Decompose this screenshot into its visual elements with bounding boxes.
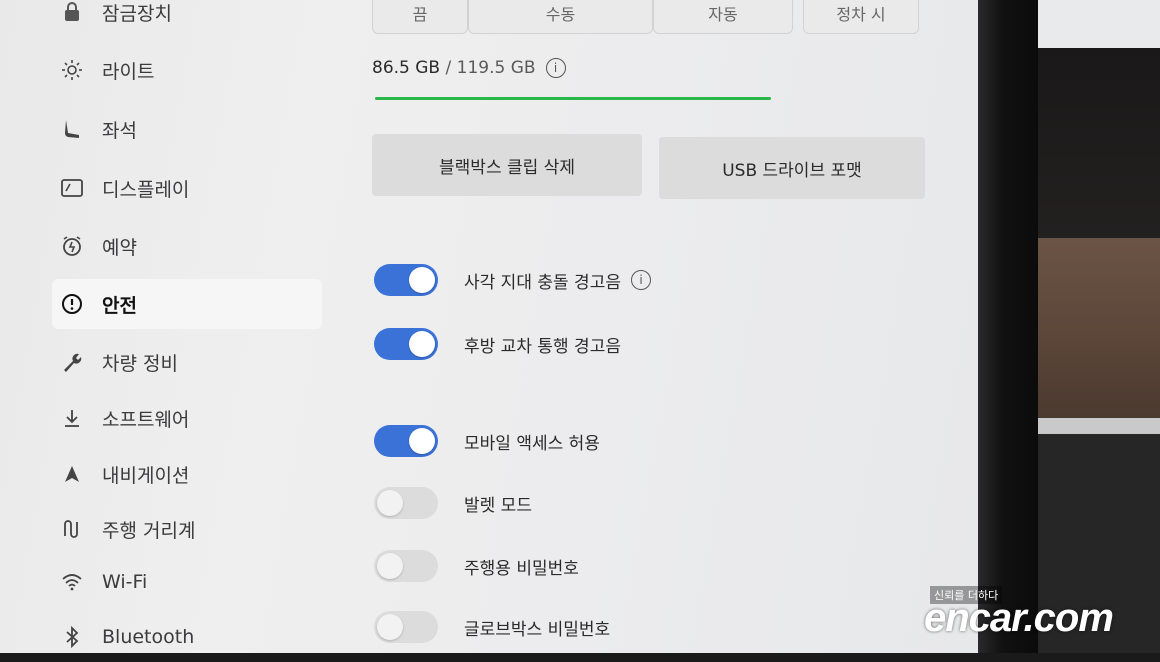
- sidebar-item-service[interactable]: 차량 정비: [52, 337, 322, 387]
- toggle-knob: [409, 428, 435, 454]
- sidebar-item-label: 예약: [102, 236, 137, 259]
- storage-total: 119.5 GB: [456, 58, 536, 78]
- lock-icon: [60, 0, 84, 24]
- display-icon: [60, 176, 84, 200]
- sidebar-item-software[interactable]: 소프트웨어: [52, 393, 322, 443]
- button-label: USB 드라이브 포맷: [722, 160, 862, 181]
- sidebar-item-wifi[interactable]: Wi-Fi: [52, 557, 322, 607]
- light-icon: [60, 58, 84, 82]
- toggle-knob: [377, 490, 403, 516]
- sidebar-item-label: 라이트: [102, 60, 155, 83]
- sidebar-item-label: 주행 거리계: [102, 519, 196, 542]
- toggle-label: 발렛 모드: [464, 495, 532, 516]
- wrench-icon: [60, 350, 84, 374]
- button-label: 블랙박스 클립 삭제: [439, 157, 575, 178]
- mobile-access-toggle[interactable]: [374, 425, 438, 457]
- wood-trim-background: [1020, 238, 1160, 418]
- sidebar-item-locks[interactable]: 잠금장치: [52, 0, 322, 37]
- tab-label: 자동: [708, 5, 738, 24]
- sidebar-item-safety[interactable]: 안전: [52, 279, 322, 329]
- sidebar-item-label: 잠금장치: [102, 2, 172, 25]
- tab-label: 수동: [545, 5, 576, 24]
- settings-sidebar: 잠금장치 라이트 좌석 디스플레이 예약 안전 차량 정비 소프트웨어 내비게이…: [0, 0, 330, 653]
- encar-watermark: 신뢰를 더하다 encar.com: [924, 586, 1160, 653]
- toggle-label: 주행용 비밀번호: [464, 558, 579, 579]
- sidebar-item-lights[interactable]: 라이트: [52, 45, 322, 95]
- sidebar-item-label: 안전: [102, 294, 137, 317]
- sidebar-item-label: 좌석: [102, 119, 137, 142]
- toggle-row-mobile-access: 모바일 액세스 허용: [374, 425, 600, 457]
- cross-traffic-chime-toggle[interactable]: [374, 328, 438, 360]
- watermark-brand: encar.com: [924, 596, 1114, 640]
- toggle-label: 후방 교차 통행 경고음: [464, 336, 621, 357]
- sidebar-item-trips[interactable]: 주행 거리계: [52, 504, 322, 554]
- tab-off[interactable]: 끔: [372, 0, 468, 34]
- seat-icon: [60, 117, 84, 141]
- toggle-row-cross-traffic: 후방 교차 통행 경고음: [374, 328, 621, 360]
- storage-progress-bar: [375, 97, 771, 100]
- toggle-knob: [377, 614, 403, 640]
- sidebar-item-label: 디스플레이: [102, 178, 190, 201]
- toggle-row-blind-spot: 사각 지대 충돌 경고음 i: [374, 264, 651, 296]
- pin-to-drive-toggle[interactable]: [374, 550, 438, 582]
- wifi-icon: [60, 570, 84, 594]
- toggle-row-glovebox-pin: 글로브박스 비밀번호: [374, 611, 610, 643]
- tab-on-park[interactable]: 정차 시: [803, 0, 919, 34]
- sidebar-item-label: 내비게이션: [102, 464, 190, 487]
- trip-icon: [60, 517, 84, 541]
- toggle-label: 모바일 액세스 허용: [464, 433, 600, 454]
- navigation-icon: [60, 462, 84, 486]
- safety-icon: [60, 292, 84, 316]
- sidebar-item-schedule[interactable]: 예약: [52, 221, 322, 271]
- tab-manual[interactable]: 수동: [468, 0, 653, 34]
- tab-label: 끔: [412, 5, 428, 24]
- sidebar-item-bluetooth[interactable]: Bluetooth: [52, 612, 322, 662]
- dashboard-background: [1038, 48, 1160, 238]
- sidebar-item-navigation[interactable]: 내비게이션: [52, 449, 322, 499]
- format-usb-button[interactable]: USB 드라이브 포맷: [659, 137, 925, 199]
- sidebar-item-label: Wi-Fi: [102, 571, 148, 593]
- screen-bezel: [978, 0, 1038, 653]
- toggle-knob: [377, 553, 403, 579]
- info-icon[interactable]: i: [545, 58, 566, 78]
- toggle-row-valet: 발렛 모드: [374, 487, 532, 519]
- sidebar-item-label: 소프트웨어: [102, 408, 190, 431]
- info-icon[interactable]: i: [630, 270, 651, 290]
- toggle-knob: [409, 267, 435, 293]
- glovebox-pin-toggle[interactable]: [374, 611, 438, 643]
- storage-usage: 86.5 GB / 119.5 GB i: [372, 58, 566, 78]
- toggle-knob: [409, 331, 435, 357]
- sidebar-item-label: Bluetooth: [102, 626, 195, 648]
- background-wall: [1038, 0, 1160, 48]
- toggle-label: 글로브박스 비밀번호: [464, 619, 611, 640]
- blind-spot-chime-toggle[interactable]: [374, 264, 438, 296]
- tab-label: 정차 시: [836, 5, 886, 24]
- delete-dashcam-clips-button[interactable]: 블랙박스 클립 삭제: [372, 134, 642, 196]
- sidebar-item-label: 차량 정비: [102, 352, 178, 375]
- metal-trim-background: [1020, 418, 1160, 434]
- sidebar-item-seats[interactable]: 좌석: [52, 104, 322, 154]
- bluetooth-icon: [60, 625, 84, 649]
- sidebar-item-display[interactable]: 디스플레이: [52, 163, 322, 213]
- toggle-row-pin-to-drive: 주행용 비밀번호: [374, 550, 579, 582]
- storage-separator: /: [440, 58, 457, 78]
- touchscreen: 잠금장치 라이트 좌석 디스플레이 예약 안전 차량 정비 소프트웨어 내비게이…: [0, 0, 980, 653]
- storage-used: 86.5 GB: [372, 58, 441, 78]
- download-icon: [60, 406, 84, 430]
- tab-auto[interactable]: 자동: [653, 0, 793, 34]
- schedule-icon: [60, 234, 84, 258]
- toggle-label: 사각 지대 충돌 경고음: [464, 272, 621, 293]
- valet-mode-toggle[interactable]: [374, 487, 438, 519]
